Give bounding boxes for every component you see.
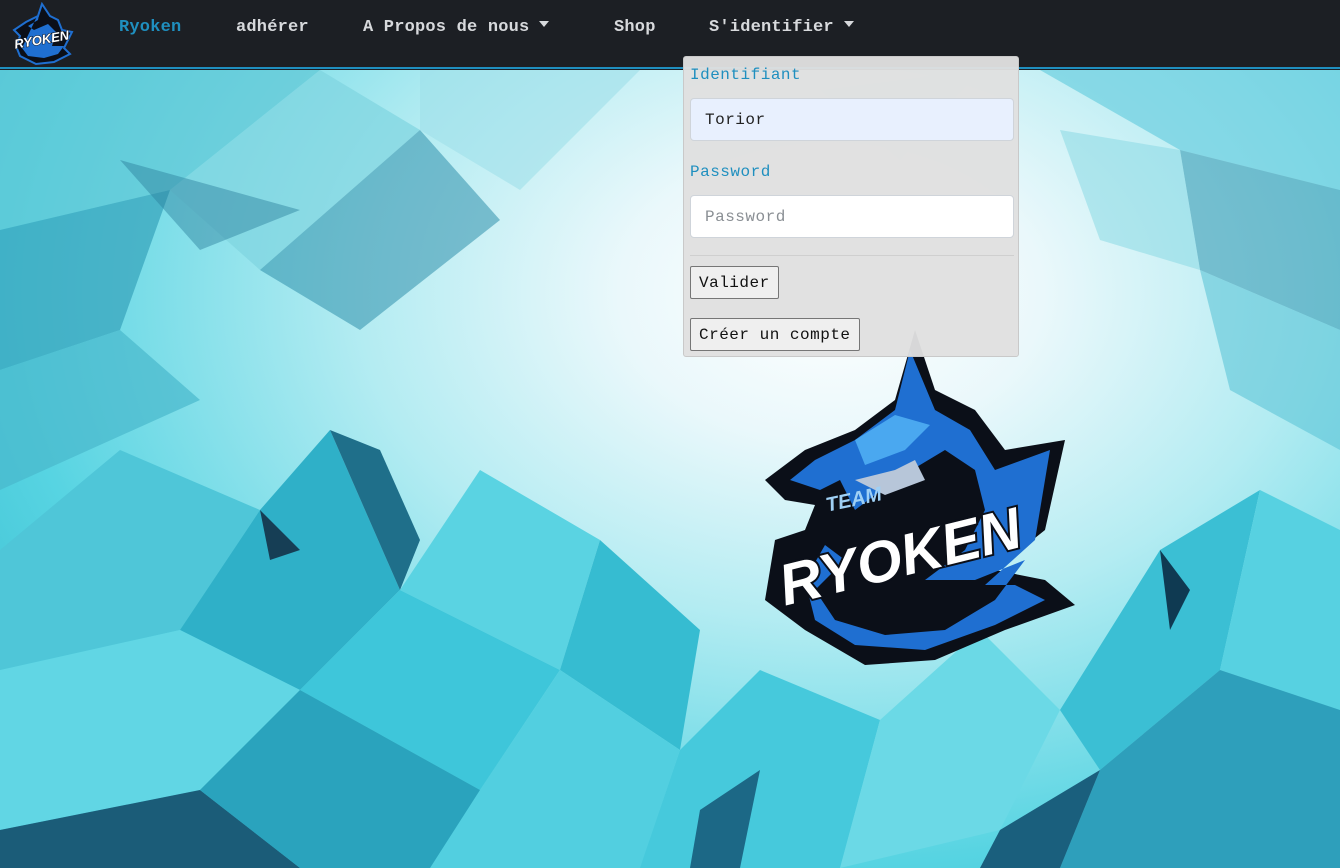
nav-item-adherer[interactable]: adhérer — [236, 18, 309, 37]
team-ryoken-logo: TEAM RYOKEN — [745, 330, 1090, 670]
dropdown-divider — [690, 255, 1014, 256]
brand-logo[interactable]: RYOKEN — [8, 1, 76, 66]
nav-item-a-propos-label: A Propos de nous — [363, 18, 530, 37]
nav-item-shop-label: Shop — [614, 18, 656, 37]
nav-item-a-propos[interactable]: A Propos de nous — [363, 18, 550, 37]
nav-item-ryoken[interactable]: Ryoken — [119, 18, 181, 37]
nav-item-shop[interactable]: Shop — [614, 18, 656, 37]
nav-item-sidentifier[interactable]: S'identifier — [709, 18, 854, 37]
password-label: Password — [690, 163, 771, 181]
caret-down-icon — [539, 21, 550, 27]
username-input[interactable] — [690, 98, 1014, 141]
background-ice-image — [0, 70, 1340, 868]
create-account-button[interactable]: Créer un compte — [690, 318, 860, 351]
nav-item-ryoken-label: Ryoken — [119, 18, 182, 37]
submit-button[interactable]: Valider — [690, 266, 779, 299]
top-navbar: RYOKEN Ryoken adhérer A Propos de nous S… — [0, 0, 1340, 69]
nav-item-adherer-label: adhérer — [236, 18, 309, 37]
nav-item-sidentifier-label: S'identifier — [709, 18, 834, 37]
username-label: Identifiant — [690, 66, 802, 84]
login-dropdown: Identifiant Password Valider Créer un co… — [683, 56, 1019, 357]
password-input[interactable] — [690, 195, 1014, 238]
caret-down-icon — [843, 21, 854, 27]
